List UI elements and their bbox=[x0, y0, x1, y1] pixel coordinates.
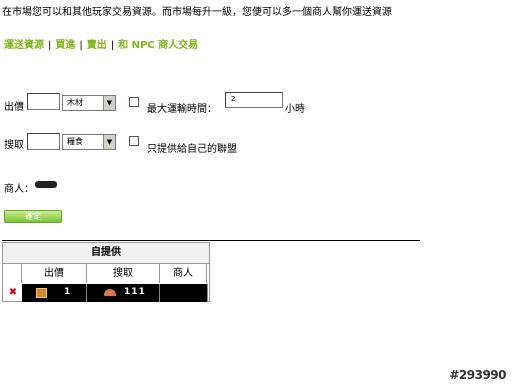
offer-label: 出價 bbox=[4, 102, 24, 113]
max-time-checkbox[interactable] bbox=[129, 97, 139, 107]
chevron-down-icon: ▼ bbox=[103, 135, 115, 149]
watermark: #293990 bbox=[449, 368, 506, 382]
chevron-down-icon: ▼ bbox=[103, 96, 115, 110]
offer-resource-select[interactable]: 木材 ▼ bbox=[62, 95, 116, 111]
search-amount: 111 bbox=[124, 287, 146, 297]
offer-cell: 1 bbox=[22, 284, 87, 302]
delete-icon[interactable]: ✖ bbox=[6, 285, 20, 301]
alliance-only-checkbox[interactable] bbox=[129, 136, 139, 146]
offer-amount-input[interactable] bbox=[27, 93, 60, 110]
merchants-count-obscured bbox=[35, 181, 57, 188]
nav-sell[interactable]: 賣出 bbox=[87, 40, 107, 51]
intro-text: 在市場您可以和其他玩家交易資源。而市場每升一級，您便可以多一個商人幫你運送資源 bbox=[2, 7, 392, 18]
nav-separator: | bbox=[79, 40, 83, 51]
offer-resource-value: 木材 bbox=[67, 98, 83, 107]
merchants-label: 商人： bbox=[4, 184, 34, 195]
search-amount-input[interactable] bbox=[27, 133, 60, 150]
search-label: 搜取 bbox=[4, 140, 24, 151]
divider bbox=[2, 240, 420, 241]
table-header-merchants: 商人 bbox=[160, 264, 207, 283]
offer-amount: 1 bbox=[64, 287, 71, 297]
alliance-only-label: 只提供給自己的聯盟 bbox=[147, 144, 237, 155]
nav-send-resources[interactable]: 運送資源 bbox=[4, 40, 44, 51]
crop-icon bbox=[104, 289, 116, 296]
table-header-offer: 出價 bbox=[22, 264, 87, 283]
search-cell: 111 bbox=[87, 284, 160, 302]
search-resource-value: 糧食 bbox=[67, 137, 83, 146]
nav-separator: | bbox=[110, 40, 115, 51]
max-time-label: 最大運輸時間： bbox=[147, 104, 217, 115]
own-offers-table: 自提供 出價 搜取 商人 ✖ 1 111 bbox=[2, 242, 210, 302]
submit-button[interactable]: 確定 bbox=[4, 210, 62, 223]
nav-separator: | bbox=[48, 40, 52, 51]
max-time-input[interactable]: 2 bbox=[225, 92, 283, 108]
table-caption: 自提供 bbox=[3, 243, 209, 264]
wood-icon bbox=[36, 288, 47, 298]
hours-unit: 小時 bbox=[285, 104, 305, 115]
market-nav: 運送資源 | 買進 | 賣出 | 和 NPC 商人交易 bbox=[4, 36, 198, 51]
merchants-cell bbox=[160, 284, 208, 302]
table-header-blank bbox=[3, 264, 22, 283]
search-resource-select[interactable]: 糧食 ▼ bbox=[62, 134, 116, 150]
table-row: ✖ 1 111 bbox=[3, 284, 209, 302]
nav-buy[interactable]: 買進 bbox=[55, 40, 75, 51]
nav-npc-trade[interactable]: 和 NPC 商人交易 bbox=[118, 40, 198, 51]
table-header-search: 搜取 bbox=[87, 264, 160, 283]
